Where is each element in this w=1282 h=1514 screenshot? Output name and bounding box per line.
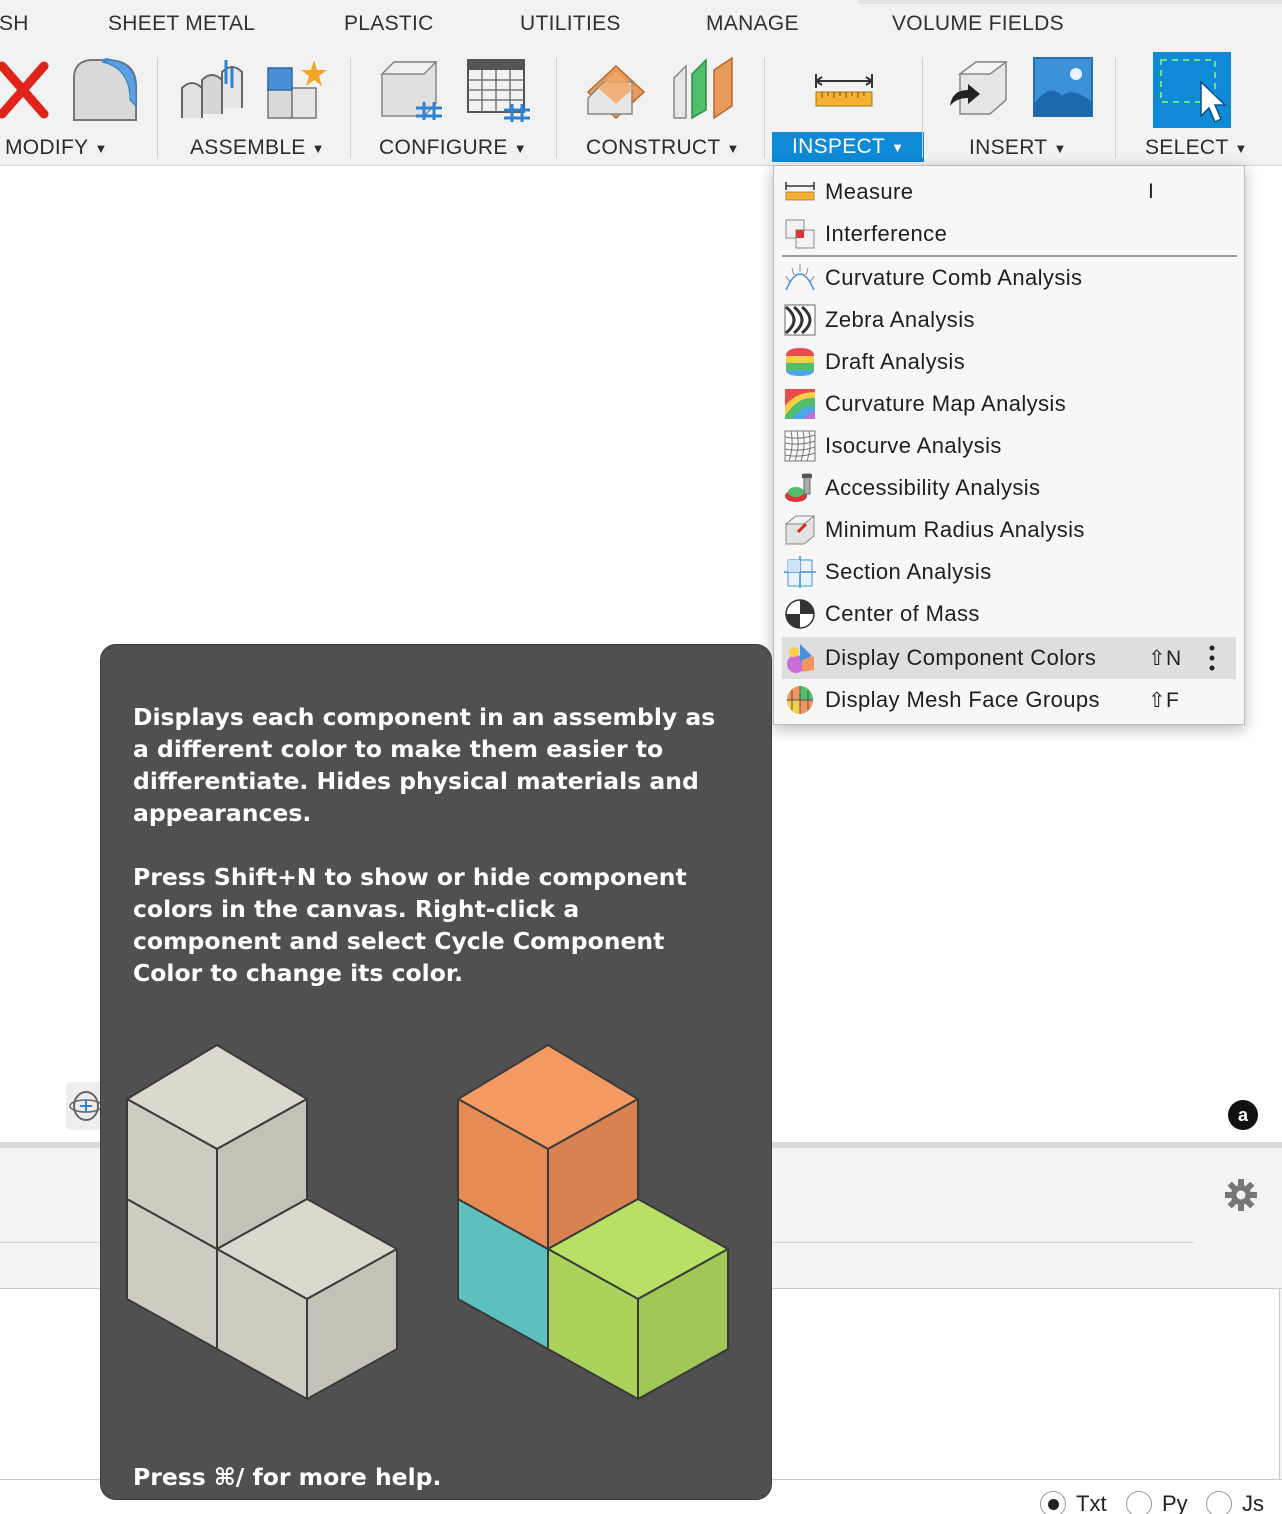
select-menu[interactable]: SELECT ▼ [1145,134,1248,162]
ribbon-toolbar: MODIFY ▼ ASSEMBLE ▼ CONFIGURE ▼ CONSTRUC… [0,50,1282,166]
toolbar-divider [350,58,351,158]
chevron-down-icon: ▼ [891,139,905,155]
toolbar-divider [922,58,923,158]
tab-manage[interactable]: MANAGE [706,12,799,36]
insert-menu[interactable]: INSERT ▼ [969,134,1067,162]
autodesk-logo-icon: a [1228,1100,1258,1130]
select-window-icon[interactable] [1153,52,1231,128]
canvas-image-icon[interactable] [1032,56,1094,118]
tab-strip-accent [858,0,1282,4]
joint-icon[interactable] [178,58,246,122]
configure-menu[interactable]: CONFIGURE ▼ [379,134,527,162]
minimum-radius-icon [784,515,816,545]
midplane-icon[interactable] [670,56,736,120]
chevron-down-icon: ▼ [1053,140,1067,156]
tab-sheet-metal[interactable]: SHEET METAL [108,12,255,36]
modify-menu[interactable]: MODIFY ▼ [5,134,108,162]
accessibility-icon [785,473,812,502]
chevron-down-icon: ▼ [94,140,108,156]
configuration-table-icon[interactable] [464,56,532,122]
radio-button[interactable] [1040,1491,1066,1514]
menu-item-interference[interactable]: Interference [782,213,1236,255]
curvature-map-icon [785,389,815,419]
tab-volume-fields[interactable]: VOLUME FIELDS [892,12,1064,36]
curvature-comb-icon [785,264,815,291]
measure-ruler-icon[interactable] [812,72,876,110]
menu-item-section[interactable]: Section Analysis [782,551,1236,593]
configure-box-icon[interactable] [378,56,444,122]
menu-item-center-of-mass[interactable]: Center of Mass [782,593,1236,635]
isocurve-icon [784,430,816,462]
chevron-down-icon: ▼ [726,140,740,156]
center-of-mass-icon [785,599,815,629]
tab-mesh[interactable]: SH [0,12,29,36]
construct-menu[interactable]: CONSTRUCT ▼ [586,134,740,162]
ruler-icon [785,182,815,201]
offset-plane-icon[interactable] [584,58,650,120]
toolbar-divider [556,58,557,158]
assemble-menu[interactable]: ASSEMBLE ▼ [190,134,325,162]
new-component-icon[interactable] [264,58,328,122]
radio-option-txt[interactable]: Txt [1040,1491,1107,1514]
menu-item-zebra[interactable]: Zebra Analysis [782,299,1236,341]
tab-plastic[interactable]: PLASTIC [344,12,434,36]
tooltip-description: Displays each component in an assembly a… [133,703,716,827]
inspect-dropdown-menu: Measure I Interference Curvature Comb An… [773,165,1245,725]
menu-item-curvature-comb[interactable]: Curvature Comb Analysis [782,257,1236,299]
menu-item-minimum-radius[interactable]: Minimum Radius Analysis [782,509,1236,551]
menu-item-measure[interactable]: Measure I [782,171,1236,213]
component-colors-illustration [126,1044,729,1400]
chevron-down-icon: ▼ [1234,140,1248,156]
insert-derive-icon[interactable] [946,58,1012,120]
chevron-down-icon: ▼ [513,140,527,156]
component-colors-icon [787,644,814,673]
draft-icon [786,348,814,376]
delete-icon[interactable] [0,60,50,122]
menu-item-accessibility[interactable]: Accessibility Analysis [782,467,1236,509]
command-tooltip: Displays each component in an assembly a… [100,644,772,1500]
tab-utilities[interactable]: UTILITIES [520,12,621,36]
mesh-face-groups-icon [787,686,813,714]
fillet-icon[interactable] [70,56,140,122]
radio-option-js[interactable]: Js [1206,1491,1264,1514]
tooltip-usage: Press Shift+N to show or hide component … [133,863,687,987]
menu-item-draft[interactable]: Draft Analysis [782,341,1236,383]
section-icon [784,556,816,588]
toolbar-divider [764,58,765,158]
menu-item-curvature-map[interactable]: Curvature Map Analysis [782,383,1236,425]
zebra-icon [784,304,816,336]
more-options-icon[interactable] [1208,643,1216,673]
toolbar-divider [1115,58,1116,158]
inspect-menu[interactable]: INSPECT ▼ [772,132,925,162]
menu-item-isocurve[interactable]: Isocurve Analysis [782,425,1236,467]
tooltip-help-hint: Press ⌘/ for more help. [133,1463,442,1491]
radio-button[interactable] [1126,1491,1152,1514]
toolbar-divider [157,58,158,158]
menu-item-display-component-colors[interactable]: Display Component Colors ⇧N [782,637,1236,679]
ribbon-tab-strip: SH SHEET METAL PLASTIC UTILITIES MANAGE … [0,0,1282,50]
gear-icon[interactable] [1224,1178,1258,1212]
chevron-down-icon: ▼ [311,140,325,156]
interference-icon [785,219,815,249]
radio-option-py[interactable]: Py [1126,1491,1188,1514]
menu-item-display-mesh-face-groups[interactable]: Display Mesh Face Groups ⇧F [782,679,1236,721]
radio-button[interactable] [1206,1491,1232,1514]
